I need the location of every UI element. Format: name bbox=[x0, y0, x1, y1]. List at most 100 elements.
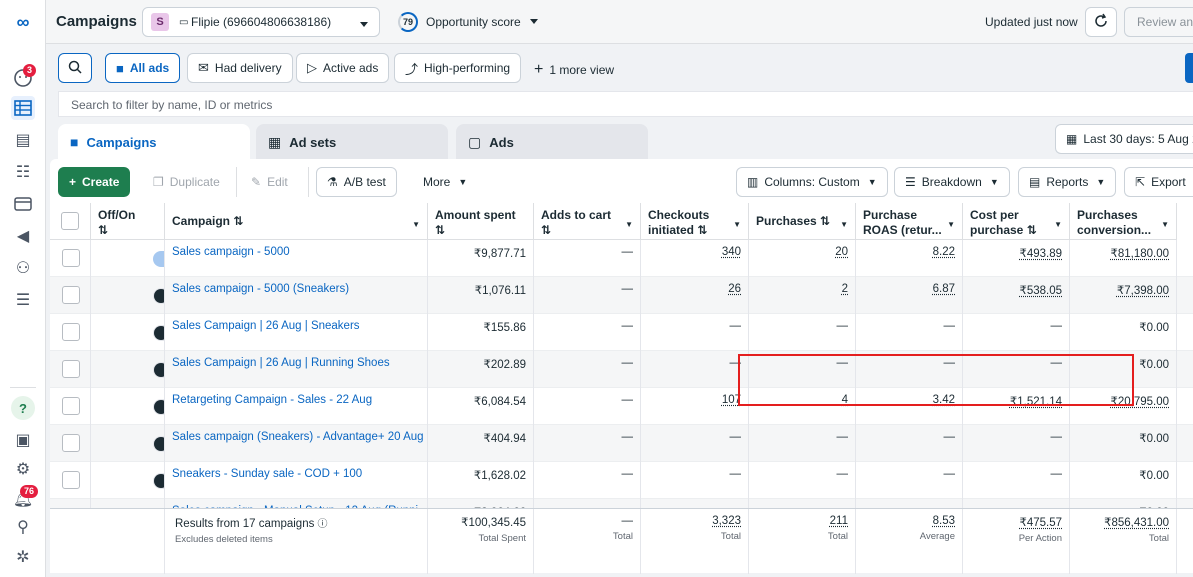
tab-ads[interactable]: ▢ Ads bbox=[456, 124, 648, 160]
column-header-campaign[interactable]: Campaign ⇅ ▼ bbox=[165, 203, 428, 240]
row-checkbox[interactable] bbox=[62, 323, 80, 341]
column-header-off-on[interactable]: Off/On ⇅ bbox=[91, 203, 165, 240]
chevron-down-icon: ▼ bbox=[868, 177, 877, 187]
saved-views-bar: ■ All ads ✉ Had delivery ▷ Active ads ⤴ High… bbox=[46, 44, 1193, 92]
bug-report-icon[interactable]: ✲ bbox=[11, 545, 35, 569]
search-icon[interactable]: ⚲ bbox=[11, 515, 35, 539]
select-all-checkbox[interactable] bbox=[61, 212, 79, 230]
megaphone-icon[interactable]: ◀ bbox=[11, 224, 35, 248]
table-row[interactable]: Retargeting Campaign - Sales - 22 Aug ₹6… bbox=[50, 388, 1193, 425]
tab-ad-sets[interactable]: ▦ Ad sets bbox=[256, 124, 448, 160]
campaign-toggle[interactable] bbox=[153, 251, 165, 267]
table-row[interactable]: Sales campaign - 5000 (Sneakers) ₹1,076.… bbox=[50, 277, 1193, 314]
ab-test-button[interactable]: ⚗ A/B test bbox=[316, 167, 397, 197]
purchases-cell[interactable]: 2 bbox=[842, 283, 848, 295]
opportunity-score-label: Opportunity score bbox=[426, 15, 521, 29]
view-active-ads[interactable]: ▷ Active ads bbox=[296, 53, 389, 83]
more-button[interactable]: More ▼ bbox=[412, 167, 478, 197]
opportunity-score-value: 79 bbox=[398, 12, 418, 32]
refresh-button[interactable] bbox=[1085, 7, 1117, 37]
conversion-value-cell[interactable]: ₹20,795.00 bbox=[1111, 396, 1169, 408]
cost-per-purchase-cell[interactable]: ₹493.89 bbox=[1020, 248, 1063, 260]
roas-cell[interactable]: 6.87 bbox=[933, 283, 955, 295]
campaign-toggle[interactable] bbox=[153, 436, 165, 452]
pages-icon[interactable]: ▤ bbox=[11, 128, 35, 152]
meta-logo-icon[interactable]: ∞ bbox=[11, 10, 35, 34]
campaign-name-link[interactable]: Retargeting Campaign - Sales - 22 Aug bbox=[165, 388, 428, 425]
checkouts-cell[interactable]: 107 bbox=[722, 394, 741, 406]
campaign-toggle[interactable] bbox=[153, 362, 165, 378]
info-icon[interactable]: ⓘ bbox=[318, 519, 328, 530]
breakdown-button[interactable]: ☰ Breakdown ▼ bbox=[894, 167, 1010, 197]
campaign-name-link[interactable]: Sales campaign (Sneakers) - Advantage+ 2… bbox=[165, 425, 428, 462]
documents-icon[interactable]: ▣ bbox=[11, 428, 35, 452]
campaign-toggle[interactable] bbox=[153, 288, 165, 304]
edit-button[interactable]: ✎ Edit bbox=[240, 167, 299, 197]
table-row[interactable]: Sales campaign - 5000 ₹9,877.71 — 340 20… bbox=[50, 240, 1193, 277]
column-header-amount-spent[interactable]: Amount spent ⇅ bbox=[428, 203, 534, 240]
review-and-publish-button[interactable]: Review and bbox=[1124, 7, 1193, 37]
campaign-toggle[interactable] bbox=[153, 399, 165, 415]
menu-icon[interactable]: ☰ bbox=[11, 288, 35, 312]
more-view-button[interactable]: +1 more view bbox=[534, 61, 614, 79]
row-checkbox[interactable] bbox=[62, 286, 80, 304]
view-had-delivery[interactable]: ✉ Had delivery bbox=[187, 53, 293, 83]
view-high-performing[interactable]: ⤴ High-performing bbox=[394, 53, 521, 83]
roas-cell[interactable]: 3.42 bbox=[933, 394, 955, 406]
connections-icon[interactable]: ⚇ bbox=[11, 256, 35, 280]
checkouts-cell[interactable]: 26 bbox=[728, 283, 741, 295]
row-checkbox[interactable] bbox=[62, 397, 80, 415]
table-row[interactable]: Sales campaign (Sneakers) - Advantage+ 2… bbox=[50, 425, 1193, 462]
column-header-cost-per-purchase[interactable]: Cost per purchase ⇅ ▼ bbox=[963, 203, 1070, 240]
conversion-value-cell[interactable]: ₹7,398.00 bbox=[1117, 285, 1169, 297]
view-all-ads[interactable]: ■ All ads bbox=[105, 53, 180, 83]
search-filter-input[interactable]: Search to filter by name, ID or metrics bbox=[58, 91, 1193, 117]
cost-per-purchase-cell[interactable]: ₹538.05 bbox=[1020, 285, 1063, 297]
purchases-cell[interactable]: 4 bbox=[842, 394, 848, 406]
date-range-picker[interactable]: ▦ Last 30 days: 5 Aug 2 bbox=[1055, 124, 1193, 154]
tab-campaigns[interactable]: ■ Campaigns bbox=[58, 124, 250, 160]
opportunity-score[interactable]: 79 Opportunity score bbox=[398, 12, 539, 32]
table-row[interactable]: Sales campaign - Manual Setup - 12 Aug (… bbox=[50, 499, 1193, 508]
row-checkbox[interactable] bbox=[62, 249, 80, 267]
row-checkbox[interactable] bbox=[62, 360, 80, 378]
table-row[interactable]: Sales Campaign | 26 Aug | Sneakers ₹155.… bbox=[50, 314, 1193, 351]
campaign-name-link[interactable]: Sales campaign - 5000 bbox=[165, 240, 428, 277]
cost-per-purchase-cell[interactable]: ₹1,521.14 bbox=[1010, 396, 1062, 408]
column-header-roas[interactable]: Purchase ROAS (retur... ▼ bbox=[856, 203, 963, 240]
column-header-adds-to-cart[interactable]: Adds to cart ⇅ ▼ bbox=[534, 203, 641, 240]
help-icon[interactable]: ? bbox=[11, 396, 35, 420]
campaigns-table-icon[interactable] bbox=[11, 96, 35, 120]
conversion-value-cell[interactable]: ₹81,180.00 bbox=[1111, 248, 1169, 260]
campaign-name-link[interactable]: Sales campaign - Manual Setup - 12 Aug (… bbox=[165, 499, 428, 508]
campaign-name-link[interactable]: Sneakers - Sunday sale - COD + 100 bbox=[165, 462, 428, 499]
audiences-icon[interactable]: ☷ bbox=[11, 160, 35, 184]
duplicate-button[interactable]: ❐ Duplicate bbox=[142, 167, 231, 197]
export-button[interactable]: ⇱ Export bbox=[1124, 167, 1193, 197]
row-checkbox[interactable] bbox=[62, 471, 80, 489]
search-button[interactable] bbox=[58, 53, 92, 83]
table-row[interactable]: Sneakers - Sunday sale - COD + 100 ₹1,62… bbox=[50, 462, 1193, 499]
chevron-down-icon bbox=[359, 18, 369, 32]
roas-cell[interactable]: 8.22 bbox=[933, 246, 955, 258]
campaign-toggle[interactable] bbox=[153, 473, 165, 489]
campaign-name-link[interactable]: Sales campaign - 5000 (Sneakers) bbox=[165, 277, 428, 314]
checkouts-cell[interactable]: 340 bbox=[722, 246, 741, 258]
row-checkbox[interactable] bbox=[62, 434, 80, 452]
campaign-name-link[interactable]: Sales Campaign | 26 Aug | Running Shoes bbox=[165, 351, 428, 388]
campaign-name-link[interactable]: Sales Campaign | 26 Aug | Sneakers bbox=[165, 314, 428, 351]
table-row[interactable]: Sales Campaign | 26 Aug | Running Shoes … bbox=[50, 351, 1193, 388]
column-header-checkouts[interactable]: Checkouts initiated ⇅ ▼ bbox=[641, 203, 749, 240]
campaign-toggle[interactable] bbox=[153, 325, 165, 341]
amount-spent-cell: ₹3,064.66 bbox=[428, 499, 534, 508]
columns-button[interactable]: ▥ Columns: Custom ▼ bbox=[736, 167, 888, 197]
settings-gear-icon[interactable]: ⚙ bbox=[11, 457, 35, 481]
purchases-cell[interactable]: 20 bbox=[835, 246, 848, 258]
column-header-purchase-conversion-value[interactable]: Purchases conversion... ▼ bbox=[1070, 203, 1177, 240]
side-panel-button[interactable] bbox=[1185, 53, 1193, 83]
create-button[interactable]: + Create bbox=[58, 167, 130, 197]
billing-card-icon[interactable] bbox=[11, 192, 35, 216]
ad-account-selector[interactable]: S ▭ Flipie (696604806638186) bbox=[142, 7, 380, 37]
reports-button[interactable]: ▤ Reports ▼ bbox=[1018, 167, 1116, 197]
column-header-purchases[interactable]: Purchases ⇅ ▼ bbox=[749, 203, 856, 240]
